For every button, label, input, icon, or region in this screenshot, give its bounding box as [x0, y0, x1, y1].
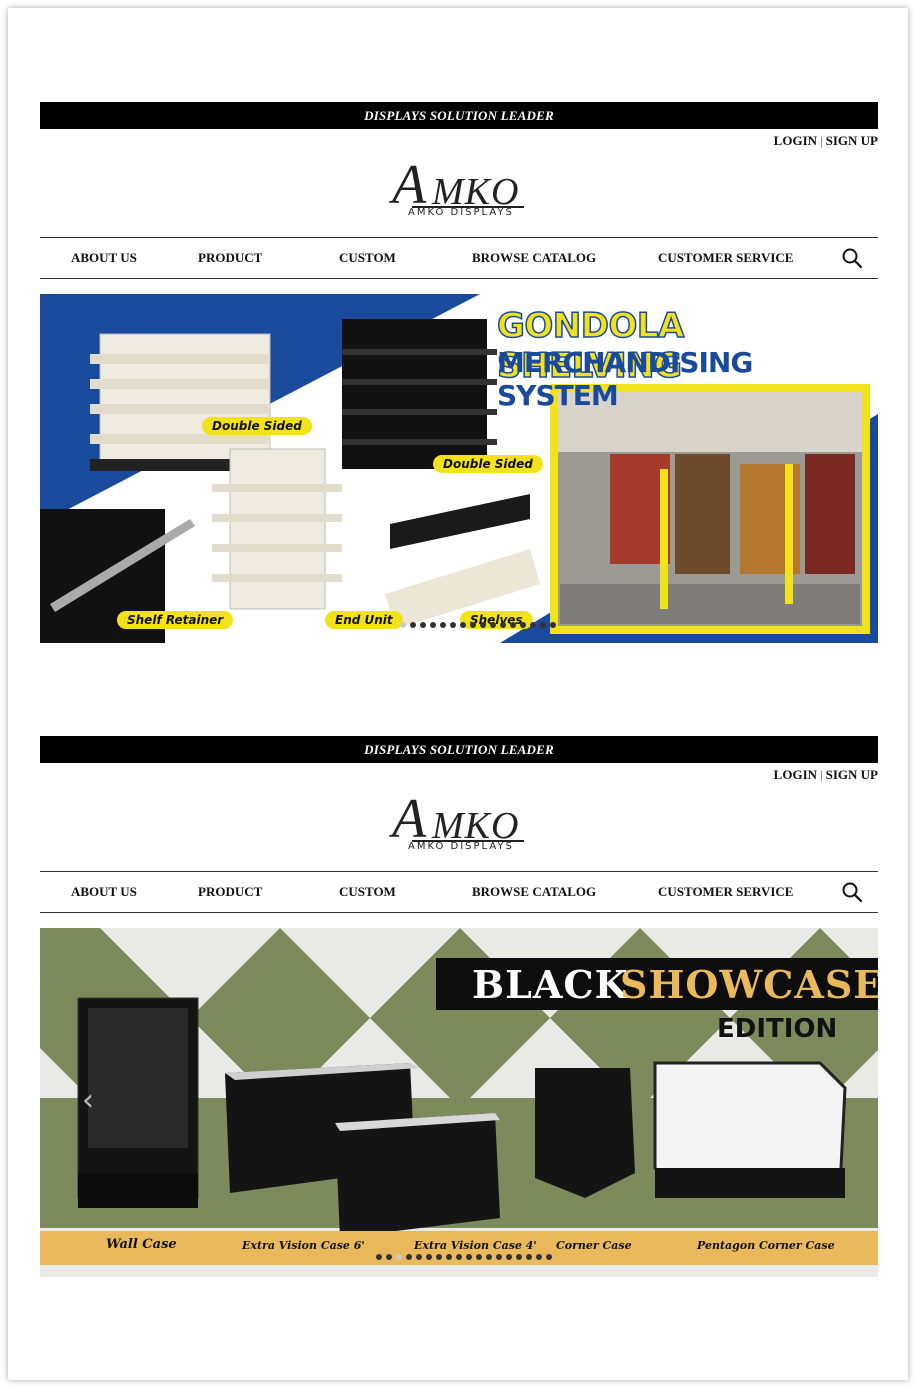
nav-customer-service[interactable]: CUSTOMER SERVICE: [658, 238, 793, 278]
label-extra-vision-4: Extra Vision Case 4': [414, 1239, 537, 1252]
carousel-dot[interactable]: [450, 622, 456, 628]
nav-about-us[interactable]: ABOUT US: [71, 238, 137, 278]
label-wall-case: Wall Case: [106, 1237, 177, 1252]
site-header-2: DISPLAYS SOLUTION LEADER LOGIN | SIGN UP A…: [40, 736, 878, 913]
main-nav: ABOUT US PRODUCT CUSTOM BROWSE CATALOG C…: [40, 237, 878, 279]
hero-banner-showcase[interactable]: BLACK SHOWCASE EDITION Wall Case Extra V…: [40, 928, 878, 1277]
carousel-dot[interactable]: [396, 1254, 402, 1260]
carousel-dot[interactable]: [446, 1254, 452, 1260]
black-gondola-shelf: [342, 319, 497, 469]
carousel-dot[interactable]: [386, 1254, 392, 1260]
carousel-dot[interactable]: [496, 1254, 502, 1260]
site-header-1: DISPLAYS SOLUTION LEADER LOGIN | SIGN UP A…: [40, 102, 878, 279]
logo-subtitle: AMKO DISPLAYS: [408, 207, 514, 218]
carousel-dot[interactable]: [526, 1254, 532, 1260]
login-link[interactable]: LOGIN: [774, 133, 817, 148]
logo[interactable]: A MKO AMKO DISPLAYS: [40, 151, 878, 237]
carousel-dot[interactable]: [456, 1254, 462, 1260]
corner-case-image: [535, 1068, 635, 1198]
store-photo: [550, 384, 870, 634]
carousel-dot[interactable]: [506, 1254, 512, 1260]
tagline-bar: DISPLAYS SOLUTION LEADER: [40, 736, 878, 763]
hero-banner-gondola[interactable]: GONDOLA SHELVING MERCHANDISING SYSTEM Do…: [40, 294, 878, 643]
carousel-dot[interactable]: [416, 1254, 422, 1260]
carousel-dot[interactable]: [516, 1254, 522, 1260]
carousel-dot[interactable]: [490, 622, 496, 628]
nav-product[interactable]: PRODUCT: [198, 238, 262, 278]
signup-link[interactable]: SIGN UP: [826, 767, 878, 782]
label-extra-vision-6: Extra Vision Case 6': [242, 1239, 365, 1252]
pentagon-corner-case-image: [653, 1061, 847, 1198]
tagline-bar: DISPLAYS SOLUTION LEADER: [40, 102, 878, 129]
nav-custom[interactable]: CUSTOM: [339, 238, 396, 278]
label-double-sided-cream: Double Sided: [202, 417, 312, 435]
nav-browse-catalog[interactable]: BROWSE CATALOG: [472, 238, 596, 278]
login-link[interactable]: LOGIN: [774, 767, 817, 782]
carousel-dot[interactable]: [400, 622, 406, 628]
label-end-unit: End Unit: [325, 611, 403, 629]
search-icon[interactable]: [842, 248, 862, 268]
carousel-dot[interactable]: [426, 1254, 432, 1260]
carousel-dot[interactable]: [376, 1254, 382, 1260]
carousel-dot[interactable]: [480, 622, 486, 628]
carousel-dot[interactable]: [536, 1254, 542, 1260]
auth-separator: |: [820, 133, 823, 148]
carousel-dot[interactable]: [466, 1254, 472, 1260]
carousel-dot[interactable]: [550, 622, 556, 628]
carousel-dots[interactable]: [400, 622, 556, 628]
nav-customer-service[interactable]: CUSTOMER SERVICE: [658, 872, 793, 912]
carousel-prev-icon[interactable]: ‹: [82, 1083, 94, 1118]
label-shelf-retainer: Shelf Retainer: [117, 611, 234, 629]
carousel-dot[interactable]: [540, 622, 546, 628]
gondola-subtitle: MERCHANDISING SYSTEM: [497, 346, 753, 412]
carousel-dot[interactable]: [406, 1254, 412, 1260]
nav-browse-catalog[interactable]: BROWSE CATALOG: [472, 872, 596, 912]
logo[interactable]: A MKO AMKO DISPLAYS: [40, 785, 878, 871]
label-pentagon-corner-case: Pentagon Corner Case: [697, 1239, 835, 1252]
carousel-dot[interactable]: [510, 622, 516, 628]
carousel-dot[interactable]: [436, 1254, 442, 1260]
nav-custom[interactable]: CUSTOM: [339, 872, 396, 912]
extra-vision-case-4-image: [335, 1113, 500, 1238]
carousel-dot[interactable]: [440, 622, 446, 628]
carousel-dot[interactable]: [500, 622, 506, 628]
carousel-dot[interactable]: [410, 622, 416, 628]
logo-subtitle: AMKO DISPLAYS: [408, 841, 514, 852]
carousel-dots[interactable]: [376, 1254, 552, 1260]
carousel-dot[interactable]: [486, 1254, 492, 1260]
label-double-sided-black: Double Sided: [433, 455, 543, 473]
auth-links: LOGIN | SIGN UP: [40, 765, 878, 785]
auth-links: LOGIN | SIGN UP: [40, 131, 878, 151]
signup-link[interactable]: SIGN UP: [826, 133, 878, 148]
showcase-title-gold: SHOWCASE: [620, 962, 878, 1007]
nav-about-us[interactable]: ABOUT US: [71, 872, 137, 912]
carousel-dot[interactable]: [470, 622, 476, 628]
carousel-dot[interactable]: [430, 622, 436, 628]
search-icon[interactable]: [842, 882, 862, 902]
nav-product[interactable]: PRODUCT: [198, 872, 262, 912]
carousel-dot[interactable]: [520, 622, 526, 628]
carousel-dot[interactable]: [420, 622, 426, 628]
showcase-title-black: BLACK: [472, 962, 629, 1007]
carousel-dot[interactable]: [460, 622, 466, 628]
wall-case-image: [77, 997, 199, 1208]
carousel-dot[interactable]: [546, 1254, 552, 1260]
carousel-dot[interactable]: [530, 622, 536, 628]
auth-separator: |: [820, 767, 823, 782]
end-unit-shelf: [212, 448, 342, 610]
label-corner-case: Corner Case: [556, 1239, 632, 1252]
main-nav: ABOUT US PRODUCT CUSTOM BROWSE CATALOG C…: [40, 871, 878, 913]
carousel-dot[interactable]: [476, 1254, 482, 1260]
showcase-subtitle: EDITION: [717, 1014, 838, 1044]
